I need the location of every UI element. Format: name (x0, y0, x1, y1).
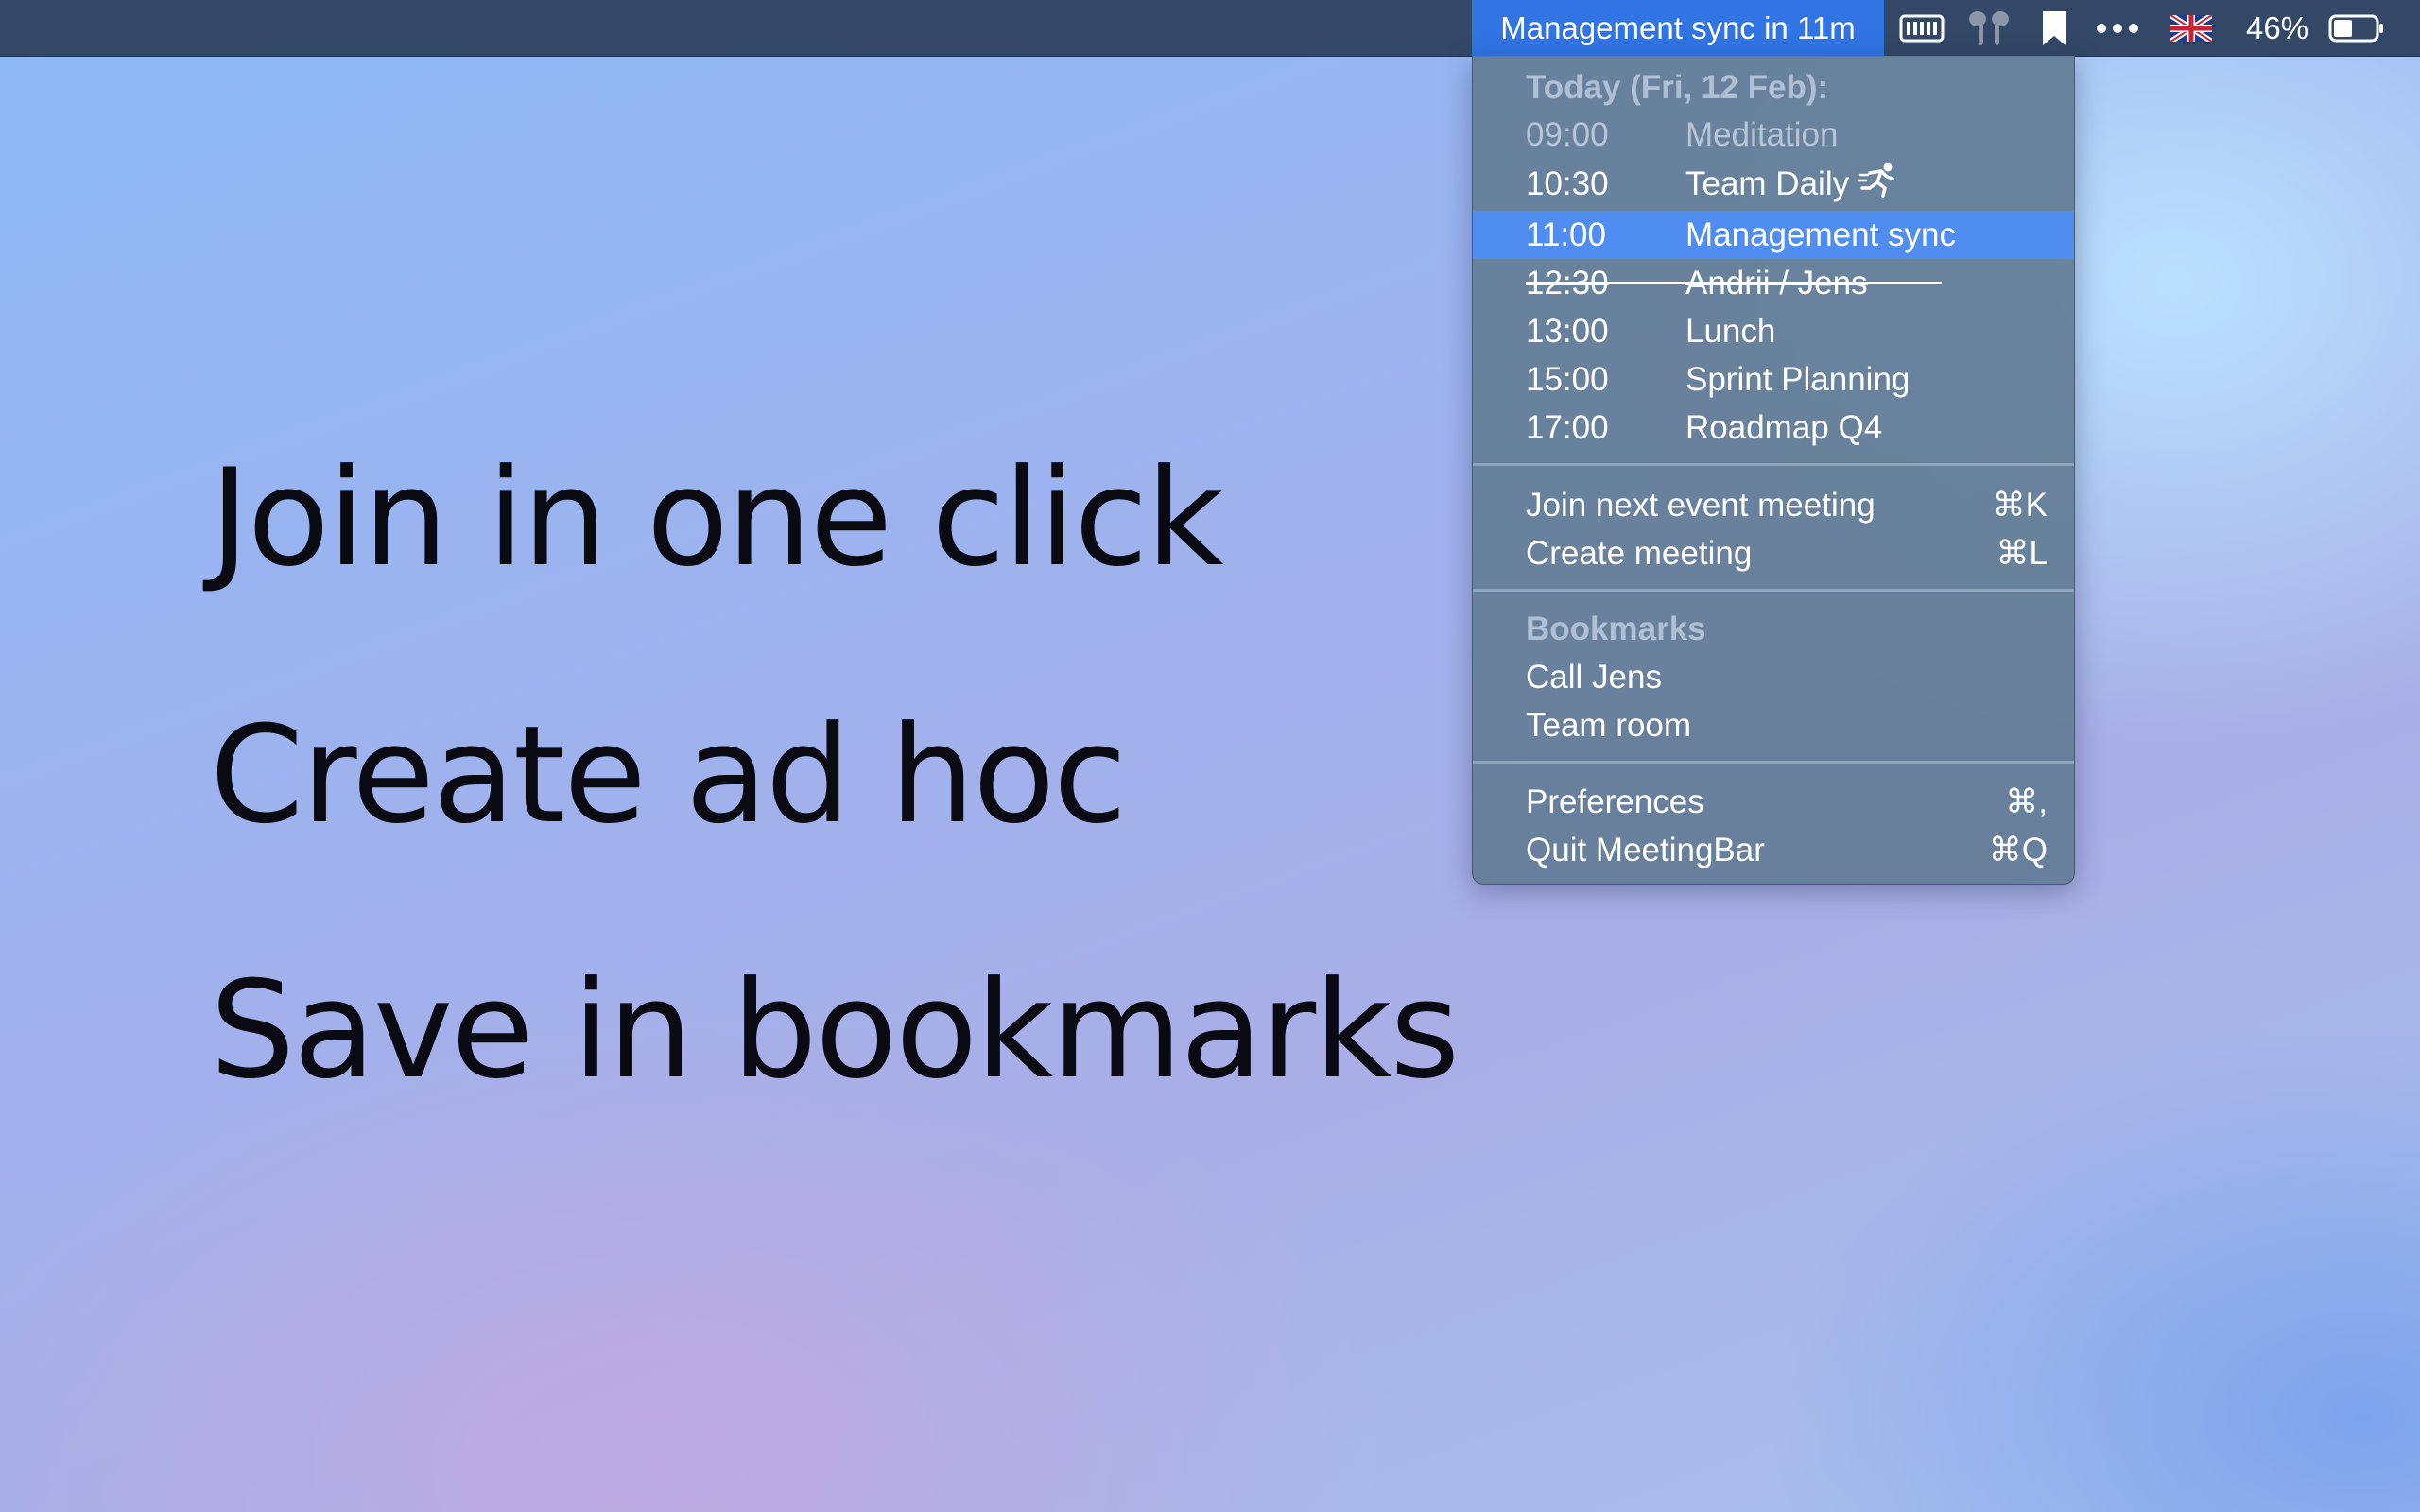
event-title: Meditation (1685, 116, 1839, 153)
bookmark-label: Call Jens (1526, 659, 1662, 696)
running-person-icon (1857, 162, 1900, 211)
bookmarks-section-header: Bookmarks (1473, 605, 2074, 653)
menu-item-label: Quit MeetingBar (1526, 832, 1765, 868)
headline-create: Create ad hoc (210, 697, 1127, 853)
event-time: 11:00 (1526, 216, 1606, 253)
meetingbar-status-item[interactable]: Management sync in 11m (1472, 0, 1884, 56)
event-item-team-daily[interactable]: 10:30 Team Daily (1473, 160, 2074, 208)
event-title: Sprint Planning (1685, 361, 1910, 398)
bookmarks-header-label: Bookmarks (1526, 610, 1706, 647)
more-dots-icon[interactable] (2094, 0, 2141, 56)
event-item-andrii-jens[interactable]: 12:30 Andrii / Jens (1473, 259, 2074, 307)
uk-flag-icon[interactable] (2169, 0, 2213, 56)
quit-meetingbar-item[interactable]: Quit MeetingBar ⌘Q (1473, 826, 2074, 874)
create-meeting-item[interactable]: Create meeting ⌘L (1473, 529, 2074, 577)
event-title-wrap: Team Daily (1685, 160, 1900, 211)
event-time: 09:00 (1526, 116, 1609, 153)
menu-item-shortcut: ⌘, (2005, 783, 2048, 820)
event-item-sprint-planning[interactable]: 15:00 Sprint Planning (1473, 355, 2074, 404)
headline-bookmarks: Save in bookmarks (210, 953, 1460, 1108)
bookmark-item-call-jens[interactable]: Call Jens (1473, 653, 2074, 701)
event-title: Roadmap Q4 (1685, 409, 1883, 446)
menu-separator (1473, 589, 2074, 592)
headline-join: Join in one click (210, 440, 1224, 596)
event-time: 10:30 (1526, 165, 1609, 202)
menu-item-shortcut: ⌘L (1996, 535, 2048, 572)
event-time: 13:00 (1526, 313, 1609, 350)
event-time: 17:00 (1526, 409, 1609, 446)
event-title: Management sync (1685, 216, 1956, 253)
today-header-label: Today (Fri, 12 Feb): (1526, 69, 1829, 106)
menu-bar: Management sync in 11m 46% (0, 0, 2420, 57)
airpods-icon[interactable] (1966, 0, 2012, 56)
declined-strikethrough (1526, 282, 1942, 284)
bookmark-item-team-room[interactable]: Team room (1473, 701, 2074, 749)
join-next-event-item[interactable]: Join next event meeting ⌘K (1473, 481, 2074, 529)
bookmark-label: Team room (1526, 707, 1692, 744)
menu-item-label: Join next event meeting (1526, 487, 1876, 524)
today-section-header: Today (Fri, 12 Feb): (1473, 63, 2074, 112)
battery-icon[interactable] (2327, 0, 2386, 56)
event-item-management-sync[interactable]: 11:00 Management sync (1473, 211, 2074, 259)
event-title: Team Daily (1685, 165, 1850, 202)
preferences-item[interactable]: Preferences ⌘, (1473, 778, 2074, 826)
menu-item-shortcut: ⌘K (1992, 487, 2048, 524)
event-time: 15:00 (1526, 361, 1609, 398)
battery-percent: 46% (2246, 10, 2309, 45)
menu-item-label: Create meeting (1526, 535, 1753, 572)
meetingbar-dropdown-menu: Today (Fri, 12 Feb): 09:00 Meditation 10… (1472, 56, 2075, 885)
bookmark-icon[interactable] (2037, 0, 2071, 56)
menu-separator (1473, 463, 2074, 466)
menu-item-label: Preferences (1526, 783, 1704, 820)
event-item-lunch[interactable]: 13:00 Lunch (1473, 307, 2074, 355)
menu-separator (1473, 761, 2074, 764)
event-item-meditation[interactable]: 09:00 Meditation (1473, 111, 2074, 159)
battery-meter-icon[interactable] (1898, 0, 1945, 56)
event-item-roadmap-q4[interactable]: 17:00 Roadmap Q4 (1473, 404, 2074, 452)
event-title: Lunch (1685, 313, 1776, 350)
menu-item-shortcut: ⌘Q (1988, 832, 2048, 868)
